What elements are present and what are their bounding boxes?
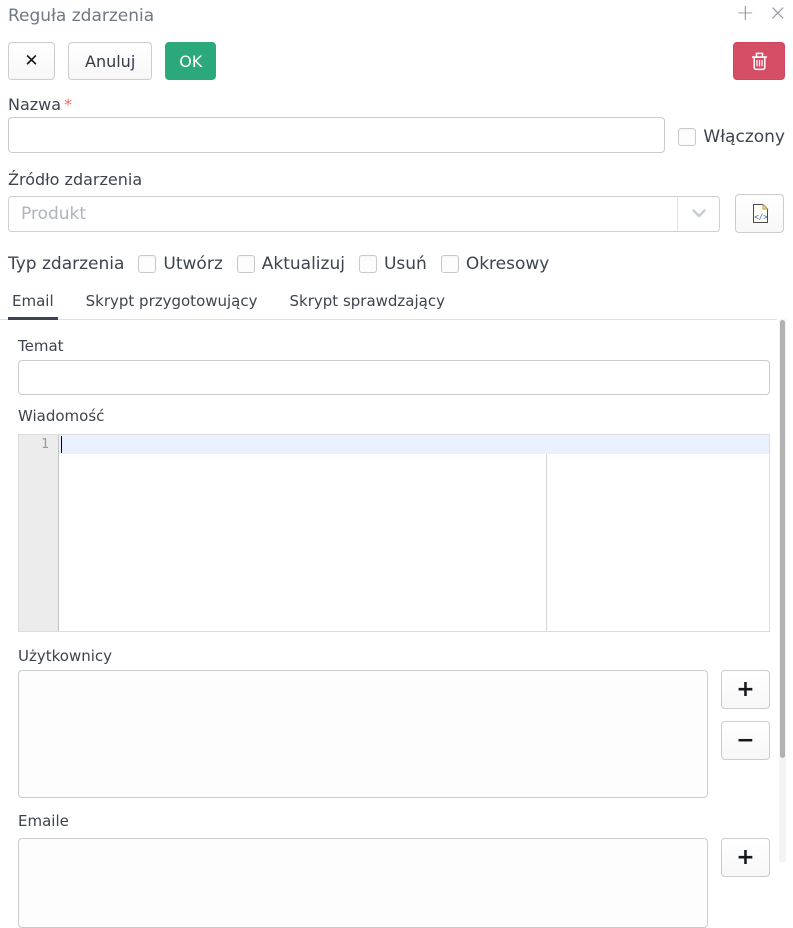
event-type-update-group: Aktualizuj (237, 254, 345, 274)
update-label: Aktualizuj (262, 254, 345, 274)
required-asterisk: * (64, 95, 72, 114)
window-add-icon[interactable]: + (736, 1, 754, 27)
name-input[interactable] (8, 117, 665, 153)
name-row: Włączony (8, 117, 785, 153)
svg-text:</>: </> (754, 213, 768, 222)
delete-button[interactable] (733, 42, 785, 80)
email-tab-panel: Temat Wiadomość 1 Użytkownicy + − Emaile (0, 337, 777, 928)
update-checkbox[interactable] (237, 255, 255, 273)
periodic-checkbox[interactable] (441, 255, 459, 273)
vertical-scrollbar (779, 319, 786, 862)
enabled-checkbox-group: Włączony (678, 127, 785, 147)
subject-label: Temat (18, 337, 777, 356)
chevron-down-icon (677, 197, 719, 231)
tab-bar: Email Skrypt przygotowujący Skrypt spraw… (0, 287, 777, 320)
editor-print-margin-ruler (546, 435, 547, 631)
enabled-checkbox[interactable] (678, 128, 696, 146)
file-code-icon: </> (751, 203, 769, 224)
name-label-text: Nazwa (8, 95, 61, 114)
tab-email[interactable]: Email (8, 287, 58, 320)
name-label: Nazwa* (8, 95, 793, 114)
users-listbox[interactable] (18, 670, 708, 798)
emails-label: Emaile (18, 812, 777, 831)
tab-check-script[interactable]: Skrypt sprawdzający (286, 287, 449, 320)
close-button[interactable]: ✕ (8, 42, 55, 80)
delete-label: Usuń (384, 254, 427, 274)
line-number: 1 (19, 435, 58, 454)
ok-button[interactable]: OK (165, 42, 216, 80)
toolbar: ✕ Anuluj OK (8, 42, 785, 80)
cancel-button[interactable]: Anuluj (68, 42, 152, 80)
create-checkbox[interactable] (138, 255, 156, 273)
create-label: Utwórz (163, 254, 222, 274)
delete-checkbox[interactable] (359, 255, 377, 273)
editor-cursor (61, 436, 62, 453)
emails-row: + (18, 838, 777, 928)
enabled-label: Włączony (703, 127, 785, 147)
users-label: Użytkownicy (18, 647, 777, 666)
message-label: Wiadomość (18, 407, 777, 426)
emails-listbox[interactable] (18, 838, 708, 928)
event-type-delete-group: Usuń (359, 254, 427, 274)
message-code-editor[interactable]: 1 (18, 434, 770, 632)
window-close-icon[interactable]: × (769, 1, 787, 27)
editor-text-area[interactable] (59, 435, 769, 631)
source-script-button[interactable]: </> (735, 194, 784, 233)
event-type-periodic-group: Okresowy (441, 254, 550, 274)
source-select[interactable]: Produkt (8, 196, 720, 232)
users-add-button[interactable]: + (721, 670, 770, 709)
event-type-label: Typ zdarzenia (8, 254, 124, 274)
dialog-titlebar: Reguła zdarzenia + × (0, 0, 793, 30)
editor-line-number-gutter: 1 (19, 435, 59, 631)
scrollbar-thumb[interactable] (780, 320, 785, 758)
periodic-label: Okresowy (466, 254, 550, 274)
tab-prepare-script[interactable]: Skrypt przygotowujący (82, 287, 262, 320)
emails-add-button[interactable]: + (721, 838, 770, 877)
event-type-create-group: Utwórz (138, 254, 222, 274)
source-select-value: Produkt (9, 204, 677, 224)
page-title: Reguła zdarzenia (8, 6, 154, 26)
source-row: Produkt </> (8, 194, 785, 233)
event-type-row: Typ zdarzenia Utwórz Aktualizuj Usuń Okr… (8, 254, 785, 274)
event-rule-dialog: Reguła zdarzenia + × ✕ Anuluj OK (0, 0, 793, 862)
editor-active-line (59, 435, 769, 454)
subject-input[interactable] (18, 360, 770, 395)
trash-icon (751, 52, 768, 71)
users-row: + − (18, 670, 777, 798)
source-label: Źródło zdarzenia (8, 170, 793, 189)
users-remove-button[interactable]: − (721, 721, 770, 760)
